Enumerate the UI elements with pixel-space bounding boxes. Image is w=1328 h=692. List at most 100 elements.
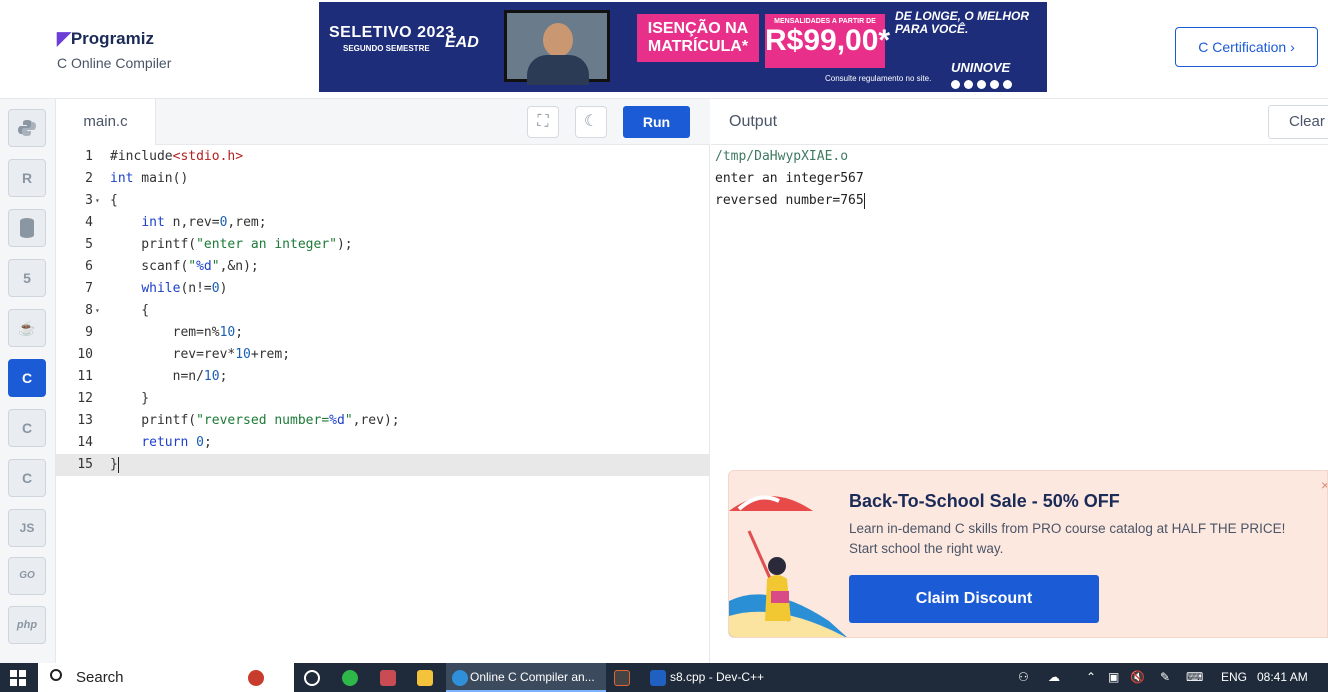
header: ◤Programiz C Online Compiler SELETIVO 20… (0, 0, 1328, 99)
code-line: 9 rem=n%10; (56, 322, 710, 344)
run-button[interactable]: Run (623, 106, 690, 138)
pen-icon[interactable]: ✎ (1160, 663, 1170, 692)
text-cursor (117, 456, 119, 473)
line-number: 3 (85, 193, 93, 208)
cpp-icon[interactable]: C (8, 409, 46, 447)
language-indicator[interactable]: ENG (1221, 663, 1247, 692)
c-certification-button[interactable]: C Certification › (1175, 27, 1318, 67)
code-area[interactable]: 1 #include<stdio.h> 2 int main() 3 ▾{ 4 int… (56, 146, 710, 476)
language-sidebar: R 5 ☕ C C C JS GO php (0, 99, 56, 663)
promo-description: Learn in-demand C skills from PRO course… (849, 519, 1319, 559)
taskbar-task-browser[interactable]: Online C Compiler an... (446, 663, 606, 692)
volume-muted-icon[interactable]: 🔇 (1130, 663, 1145, 692)
dark-mode-button[interactable]: ☾ (575, 106, 607, 138)
file-explorer-icon[interactable] (417, 670, 433, 686)
devcpp-app-icon[interactable] (614, 670, 630, 686)
network-icon[interactable]: ▣ (1108, 663, 1119, 692)
r-icon-label: R (21, 170, 33, 186)
chevron-up-icon[interactable]: ⌃ (1086, 663, 1096, 692)
windows-taskbar: Search Online C Compiler an... s8.cpp - … (0, 663, 1328, 692)
compiler-page: ◤Programiz C Online Compiler SELETIVO 20… (0, 0, 1328, 692)
fullscreen-button[interactable]: ⛶ (527, 106, 559, 138)
line-number: 14 (77, 435, 93, 450)
code-line: 8 ▾ { (56, 300, 710, 322)
programiz-logo[interactable]: ◤Programiz (57, 28, 154, 49)
fold-arrow-icon[interactable]: ▾ (95, 300, 100, 322)
taskbar-task-label: s8.cpp - Dev-C++ (670, 670, 765, 684)
line-number: 4 (85, 215, 93, 230)
code-line: 7 while(n!=0) (56, 278, 710, 300)
code-editor-panel: main.c ⛶ ☾ Run 1 #include<stdio.h> 2 int m… (56, 99, 710, 663)
csharp-icon-label: C (21, 470, 33, 486)
banner-ead: EAD (445, 34, 479, 51)
java-icon[interactable]: ☕ (8, 309, 46, 347)
output-line: enter an integer567 (715, 171, 864, 186)
line-number: 5 (85, 237, 93, 252)
code-line: 2 int main() (56, 168, 710, 190)
c-icon[interactable]: C (8, 359, 46, 397)
banner-isencao: ISENÇÃO NA MATRÍCULA* (637, 14, 759, 62)
expand-icon: ⛶ (537, 113, 549, 130)
fold-arrow-icon[interactable]: ▾ (95, 190, 100, 212)
taskbar-search-label: Search (76, 669, 124, 686)
logo-text: Programiz (70, 29, 154, 48)
banner-consulte: Consulte regulamento no site. (825, 74, 932, 83)
code-line: 13 printf("reversed number=%d",rev); (56, 410, 710, 432)
go-icon[interactable]: GO (8, 557, 46, 595)
code-line: 6 scanf("%d",&n); (56, 256, 710, 278)
r-icon[interactable]: R (8, 159, 46, 197)
taskbar-task-devcpp[interactable]: s8.cpp - Dev-C++ (646, 663, 786, 692)
sql-icon[interactable] (8, 209, 46, 247)
code-line: 1 #include<stdio.h> (56, 146, 710, 168)
line-number: 1 (85, 149, 93, 164)
banner-price-box: MENSALIDADES A PARTIR DE R$99,00* (765, 14, 891, 68)
banner-price: R$99,00* (765, 24, 891, 57)
output-title: Output (729, 113, 778, 130)
line-number: 2 (85, 171, 93, 186)
code-line: 10 rev=rev*10+rem; (56, 344, 710, 366)
c-icon-label: C (21, 370, 33, 386)
html5-icon[interactable]: 5 (8, 259, 46, 297)
output-console[interactable]: /tmp/DaHwypXIAE.o enter an integer567 reve… (715, 146, 865, 212)
keyboard-icon[interactable]: ⌨ (1186, 663, 1203, 692)
devcpp-icon (650, 670, 666, 686)
cpp-icon-label: C (21, 420, 33, 436)
line-number: 9 (85, 325, 93, 340)
tab-main-c[interactable]: main.c (56, 99, 156, 145)
weather-icon[interactable]: ☁ (1048, 663, 1060, 692)
code-line: 3 ▾{ (56, 190, 710, 212)
output-path: /tmp/DaHwypXIAE.o (715, 149, 849, 164)
python-icon[interactable] (8, 109, 46, 147)
line-number: 6 (85, 259, 93, 274)
clear-button[interactable]: Clear (1268, 105, 1328, 139)
taskbar-task-label: Online C Compiler an... (470, 670, 595, 684)
line-number: 7 (85, 281, 93, 296)
task-view-icon[interactable] (304, 670, 320, 686)
code-line: 14 return 0; (56, 432, 710, 454)
line-number: 10 (77, 347, 93, 362)
csharp-icon[interactable]: C (8, 459, 46, 497)
close-icon[interactable]: × (1321, 477, 1327, 493)
php-icon[interactable]: php (8, 606, 46, 644)
search-icon (50, 669, 62, 681)
promo-card: Back-To-School Sale - 50% OFF Learn in-d… (728, 470, 1328, 638)
flower-widget-icon[interactable] (248, 670, 264, 686)
banner-title: SELETIVO 2023 (329, 24, 455, 41)
clock[interactable]: 08:41 AM (1257, 663, 1308, 692)
line-number: 13 (77, 413, 93, 428)
moon-icon: ☾ (583, 113, 599, 130)
claim-discount-button[interactable]: Claim Discount (849, 575, 1099, 623)
code-line: 4 int n,rev=0,rem; (56, 212, 710, 234)
people-icon[interactable]: ⚇ (1018, 663, 1029, 692)
programiz-logo-mark-icon: ◤ (57, 28, 71, 48)
windows-start-icon[interactable] (10, 670, 26, 686)
ad-banner[interactable]: SELETIVO 2023 SEGUNDO SEMESTRE EAD ISENÇ… (319, 2, 1047, 92)
js-icon[interactable]: JS (8, 509, 46, 547)
output-line-last: reversed number=765 (715, 190, 865, 212)
whatsapp-icon[interactable] (342, 670, 358, 686)
banner-slogan: DE LONGE, O MELHOR PARA VOCÊ. (895, 9, 1030, 36)
code-line-active: 15} (56, 454, 710, 476)
banner-person-body (527, 55, 589, 85)
app-icon[interactable] (380, 670, 396, 686)
code-line: 5 printf("enter an integer"); (56, 234, 710, 256)
